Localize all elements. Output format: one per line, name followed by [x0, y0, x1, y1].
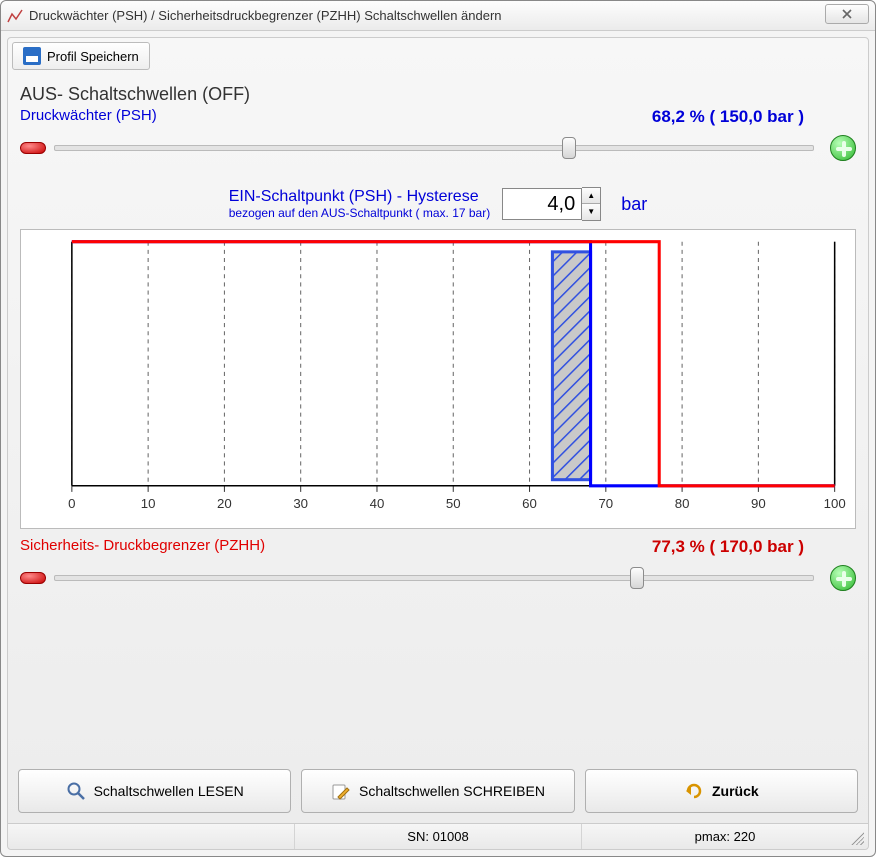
svg-text:90: 90 [751, 496, 766, 511]
svg-text:80: 80 [675, 496, 690, 511]
status-sn: SN: 01008 [294, 824, 581, 849]
pzhh-value: 77,3 % ( 170,0 bar ) [652, 537, 804, 557]
window-title: Druckwächter (PSH) / Sicherheitsdruckbeg… [29, 8, 502, 23]
write-thresholds-label: Schaltschwellen SCHREIBEN [359, 783, 545, 799]
action-button-row: Schaltschwellen LESEN Schaltschwellen SC… [18, 769, 858, 813]
magnifier-icon [66, 781, 86, 801]
app-icon [7, 8, 23, 24]
client-area: Profil Speichern AUS- Schaltschwellen (O… [1, 31, 875, 856]
psh-slider[interactable] [54, 145, 814, 151]
svg-text:10: 10 [141, 496, 156, 511]
back-label: Zurück [712, 783, 759, 799]
floppy-icon [23, 47, 41, 65]
titlebar: Druckwächter (PSH) / Sicherheitsdruckbeg… [1, 1, 875, 31]
threshold-chart: 0 10 20 30 40 50 60 70 80 90 100 [20, 229, 856, 529]
off-section-title: AUS- Schaltschwellen (OFF) [20, 84, 864, 105]
main-panel: Profil Speichern AUS- Schaltschwellen (O… [7, 37, 869, 850]
decrease-pzhh-button[interactable] [20, 572, 46, 584]
pencil-icon [331, 781, 351, 801]
increase-pzhh-button[interactable] [830, 565, 856, 591]
decrease-psh-button[interactable] [20, 142, 46, 154]
pzhh-label: Sicherheits- Druckbegrenzer (PZHH) [20, 537, 265, 554]
svg-text:20: 20 [217, 496, 232, 511]
app-window: Druckwächter (PSH) / Sicherheitsdruckbeg… [0, 0, 876, 857]
back-button[interactable]: Zurück [585, 769, 858, 813]
svg-text:100: 100 [824, 496, 846, 511]
hysteresis-unit: bar [621, 194, 647, 215]
hysteresis-spin-down[interactable]: ▼ [582, 204, 600, 220]
psh-slider-row [20, 133, 856, 163]
svg-text:70: 70 [598, 496, 613, 511]
write-thresholds-button[interactable]: Schaltschwellen SCHREIBEN [301, 769, 574, 813]
save-profile-button[interactable]: Profil Speichern [12, 42, 150, 70]
svg-text:40: 40 [370, 496, 385, 511]
hysteresis-labels: EIN-Schaltpunkt (PSH) - Hysterese bezoge… [229, 188, 491, 220]
hysteresis-spin-buttons: ▲ ▼ [582, 187, 601, 221]
psh-value: 68,2 % ( 150,0 bar ) [652, 107, 804, 127]
status-empty [8, 824, 294, 849]
close-button[interactable] [825, 4, 869, 24]
status-pmax: pmax: 220 [581, 824, 868, 849]
hysteresis-spinner: ▲ ▼ [502, 187, 601, 221]
svg-text:30: 30 [293, 496, 308, 511]
svg-text:0: 0 [68, 496, 75, 511]
read-thresholds-button[interactable]: Schaltschwellen LESEN [18, 769, 291, 813]
save-profile-label: Profil Speichern [47, 49, 139, 64]
status-bar: SN: 01008 pmax: 220 [8, 823, 868, 849]
close-icon [841, 9, 853, 19]
hysteresis-row: EIN-Schaltpunkt (PSH) - Hysterese bezoge… [12, 187, 864, 221]
svg-text:50: 50 [446, 496, 461, 511]
resize-grip[interactable] [850, 831, 864, 845]
hysteresis-title: EIN-Schaltpunkt (PSH) - Hysterese [229, 188, 491, 206]
psh-label: Druckwächter (PSH) [20, 107, 157, 124]
hysteresis-spin-up[interactable]: ▲ [582, 188, 600, 204]
svg-text:60: 60 [522, 496, 537, 511]
undo-icon [684, 781, 704, 801]
hysteresis-subtitle: bezogen auf den AUS-Schaltpunkt ( max. 1… [229, 206, 491, 220]
increase-psh-button[interactable] [830, 135, 856, 161]
chart-svg: 0 10 20 30 40 50 60 70 80 90 100 [21, 230, 855, 528]
read-thresholds-label: Schaltschwellen LESEN [94, 783, 244, 799]
pzhh-slider-row [20, 563, 856, 593]
hysteresis-input[interactable] [502, 188, 582, 220]
pzhh-slider[interactable] [54, 575, 814, 581]
